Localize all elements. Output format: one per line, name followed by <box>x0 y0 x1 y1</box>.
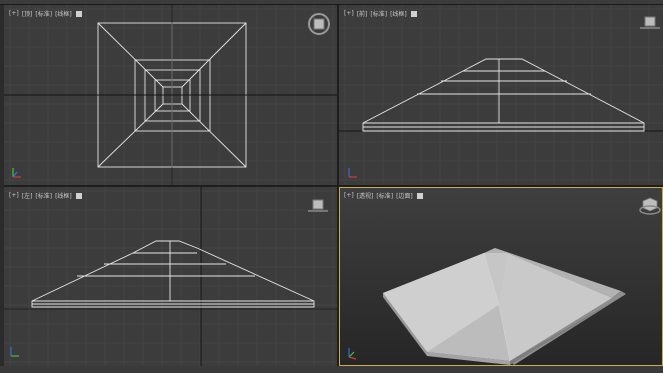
display-mode-label[interactable]: [标准] <box>34 9 53 18</box>
square-icon[interactable] <box>153 0 165 3</box>
viewport-toggle-box[interactable] <box>75 10 82 17</box>
shading-mode-label[interactable]: [边面] <box>395 191 414 200</box>
view-type-label[interactable]: [顶] <box>21 9 34 18</box>
viewport-menu-button[interactable]: [+] <box>8 10 20 17</box>
viewport-label-left[interactable]: [+] [左] [标准] [线框] <box>8 191 82 200</box>
viewport-menu-button[interactable]: [+] <box>343 10 355 17</box>
viewport-left[interactable]: [+] [左] [标准] [线框] <box>4 187 337 366</box>
viewport-menu-button[interactable]: [+] <box>8 192 20 199</box>
viewport-label-top[interactable]: [+] [顶] [标准] [线框] <box>8 9 82 18</box>
viewcube-icon[interactable] <box>307 198 329 214</box>
view-type-label[interactable]: [透视] <box>356 191 375 200</box>
viewport-toggle-box[interactable] <box>410 10 417 17</box>
pyramid-wireframe-front <box>339 58 663 132</box>
axis-tripod-icon <box>12 168 21 178</box>
display-mode-label[interactable]: [标准] <box>375 191 394 200</box>
display-mode-label[interactable]: [标准] <box>369 9 388 18</box>
shading-mode-label[interactable]: [线框] <box>54 191 73 200</box>
viewport-top[interactable]: [+] [顶] [标准] [线框] <box>4 5 337 185</box>
viewcube-icon[interactable] <box>306 11 332 37</box>
pin-icon[interactable] <box>138 0 150 3</box>
axis-tripod-icon <box>348 348 357 360</box>
viewport-label-perspective[interactable]: [+] [透视] [标准] [边面] <box>343 191 423 200</box>
viewport-divider-horizontal[interactable] <box>0 185 663 187</box>
pyramid-wireframe-left <box>4 187 337 366</box>
shading-mode-label[interactable]: [线框] <box>389 9 408 18</box>
viewport-label-front[interactable]: [+] [前] [标准] [线框] <box>343 9 417 18</box>
view-type-label[interactable]: [左] <box>21 191 34 200</box>
viewport-toggle-box[interactable] <box>416 192 423 199</box>
toolbar-icons <box>138 0 180 3</box>
status-bar <box>0 366 663 373</box>
axis-tripod-icon <box>10 347 19 357</box>
viewport-menu-button[interactable]: [+] <box>343 192 355 199</box>
viewcube-icon[interactable] <box>639 15 661 31</box>
pyramid-shaded-perspective <box>383 248 626 365</box>
viewport-perspective[interactable]: [+] [透视] [标准] [边面] <box>339 187 663 366</box>
shading-mode-label[interactable]: [线框] <box>54 9 73 18</box>
view-type-label[interactable]: [前] <box>356 9 369 18</box>
circle-icon[interactable] <box>168 0 180 3</box>
axis-tripod-icon <box>348 168 357 178</box>
viewcube-icon[interactable] <box>639 196 661 216</box>
pyramid-wireframe-top <box>4 5 337 185</box>
viewport-front[interactable]: [+] [前] [标准] [线框] <box>339 5 663 185</box>
viewport-toggle-box[interactable] <box>75 192 82 199</box>
display-mode-label[interactable]: [标准] <box>34 191 53 200</box>
left-edge <box>0 5 4 366</box>
